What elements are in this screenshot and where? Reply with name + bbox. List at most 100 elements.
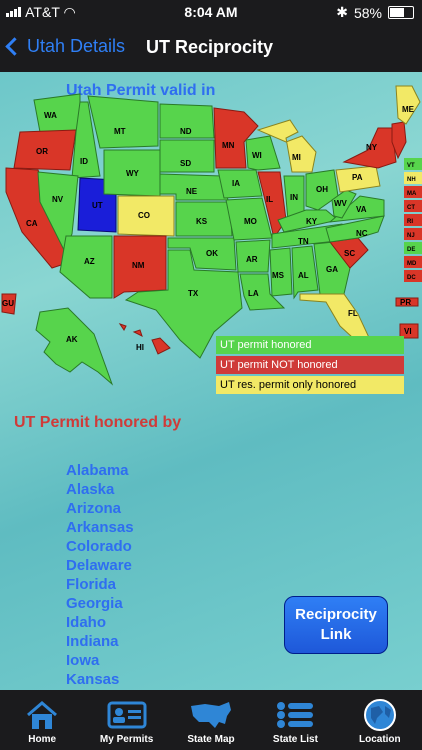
label-fl: FL — [348, 309, 358, 318]
label-ga: GA — [326, 265, 338, 274]
list-item[interactable]: Indiana — [66, 633, 134, 652]
label-ne: NE — [186, 187, 198, 196]
tab-state-list[interactable]: State List — [253, 690, 337, 750]
us-map-icon — [191, 702, 232, 728]
label-wy: WY — [126, 169, 140, 178]
label-ky: KY — [306, 217, 318, 226]
list-item[interactable]: Georgia — [66, 595, 134, 614]
label-oh: OH — [316, 185, 328, 194]
tab-label: State List — [272, 734, 318, 745]
label-sc: SC — [344, 249, 355, 258]
label-ar: AR — [246, 255, 258, 264]
chevron-left-icon — [5, 37, 24, 56]
back-label: Utah Details — [27, 36, 126, 56]
label-ny: NY — [366, 143, 378, 152]
label-vi: VI — [404, 327, 412, 336]
bluetooth-icon: ✱ — [336, 4, 348, 20]
label-ma: MA — [407, 191, 417, 197]
label-id: ID — [80, 157, 88, 166]
label-me: ME — [402, 105, 415, 114]
list-item[interactable]: Arizona — [66, 500, 134, 519]
label-nv: NV — [52, 195, 64, 204]
label-ri: RI — [407, 219, 413, 225]
label-ct: CT — [407, 205, 415, 211]
back-button[interactable]: Utah Details — [5, 36, 126, 57]
list-item[interactable]: Arkansas — [66, 519, 134, 538]
reciprocity-label-line2: Link — [320, 626, 352, 643]
label-or: OR — [36, 147, 48, 156]
legend-not-honored: UT permit NOT honored — [216, 356, 404, 374]
list-icon — [277, 702, 314, 728]
reciprocity-label-line1: Reciprocity — [295, 606, 377, 623]
state-az[interactable] — [59, 235, 113, 299]
label-nj: NJ — [407, 233, 415, 239]
label-mo: MO — [244, 217, 257, 226]
tab-label: Home — [28, 734, 57, 745]
list-item[interactable]: Alaska — [66, 481, 134, 500]
honored-state-list: Alabama Alaska Arizona Arkansas Colorado… — [66, 462, 134, 690]
status-bar: AT&T ◠ 8:04 AM ✱ 58% — [0, 0, 422, 24]
label-ut: UT — [92, 201, 103, 210]
tab-home[interactable]: Home — [0, 690, 84, 750]
label-il: IL — [266, 195, 273, 204]
label-mn: MN — [222, 141, 235, 150]
label-dc: DC — [407, 275, 416, 281]
home-icon — [27, 701, 58, 729]
label-nc: NC — [356, 229, 368, 238]
label-ca: CA — [26, 219, 38, 228]
honored-by-title: UT Permit honored by — [14, 414, 182, 431]
label-hi: HI — [136, 343, 144, 352]
list-item[interactable]: Alabama — [66, 462, 134, 481]
tab-location[interactable]: Location — [338, 690, 422, 750]
label-nd: ND — [180, 127, 192, 136]
list-item[interactable]: Delaware — [66, 557, 134, 576]
tab-state-map[interactable]: State Map — [169, 690, 253, 750]
label-nh: NH — [407, 177, 416, 183]
state-mt[interactable] — [87, 95, 159, 149]
battery-icon — [388, 6, 414, 19]
label-co: CO — [138, 211, 150, 220]
label-ak: AK — [66, 335, 78, 344]
list-item[interactable]: Idaho — [66, 614, 134, 633]
label-tx: TX — [188, 289, 199, 298]
label-sd: SD — [180, 159, 191, 168]
label-de: DE — [407, 247, 415, 253]
legend-honored: UT permit honored — [216, 336, 404, 354]
state-hi[interactable] — [118, 323, 171, 355]
reciprocity-link-button[interactable]: Reciprocity Link — [284, 596, 388, 654]
main-content: Utah Permit valid in WA OR CA ID NV UT M… — [0, 72, 422, 690]
tab-label: Location — [358, 734, 401, 745]
label-la: LA — [248, 289, 259, 298]
tab-my-permits[interactable]: My Permits — [84, 690, 168, 750]
label-md: MD — [407, 261, 417, 267]
list-item[interactable]: Iowa — [66, 652, 134, 671]
tab-bar: Home My Permits State Map State List Loc… — [0, 690, 422, 750]
label-pr: PR — [400, 298, 411, 307]
state-ia[interactable] — [217, 169, 263, 199]
legend-resident-only: UT res. permit only honored — [216, 376, 404, 394]
state-wa[interactable] — [33, 93, 81, 133]
tab-label: My Permits — [99, 734, 154, 745]
id-card-icon — [107, 701, 147, 729]
label-wa: WA — [44, 111, 57, 120]
label-in: IN — [290, 193, 298, 202]
label-ms: MS — [272, 271, 285, 280]
label-wv: WV — [334, 199, 348, 208]
list-item[interactable]: Kansas — [66, 671, 134, 690]
navigation-bar: Utah Details UT Reciprocity — [0, 24, 422, 72]
label-tn: TN — [298, 237, 309, 246]
label-mt: MT — [114, 127, 126, 136]
list-item[interactable]: Colorado — [66, 538, 134, 557]
label-vt: VT — [407, 163, 415, 169]
label-va: VA — [356, 205, 367, 214]
list-item[interactable]: Florida — [66, 576, 134, 595]
state-ak[interactable] — [35, 307, 114, 386]
label-pa: PA — [352, 173, 363, 182]
label-ok: OK — [206, 249, 218, 258]
label-az: AZ — [84, 257, 95, 266]
battery-percent: 58% — [353, 4, 382, 21]
page-title: UT Reciprocity — [146, 37, 274, 57]
label-wi: WI — [252, 151, 262, 160]
tab-label: State Map — [187, 734, 235, 745]
label-mi: MI — [292, 153, 301, 162]
